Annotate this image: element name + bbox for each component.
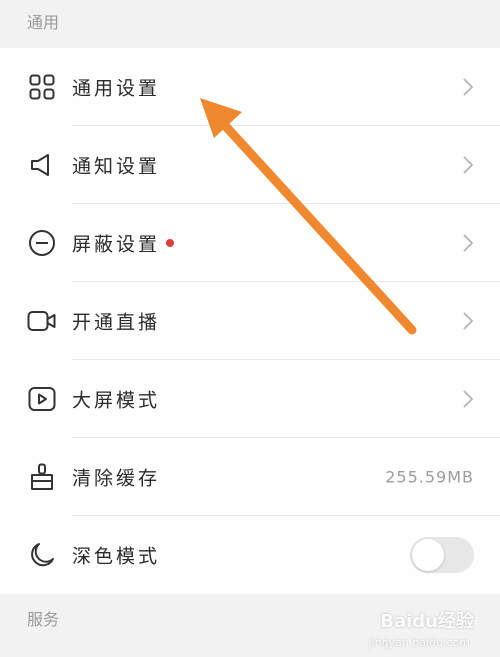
chevron-right-icon [463,234,474,252]
start-live-label: 开通直播 [72,311,161,334]
notification-settings-label: 通知设置 [72,155,161,178]
start-live-row[interactable]: 开通直播 [0,282,500,360]
brush-icon [27,462,57,492]
cache-size-value: 255.59MB [385,467,474,487]
general-settings-row[interactable]: 通用设置 [0,48,500,126]
dark-mode-label: 深色模式 [72,545,161,568]
chevron-right-icon [463,390,474,408]
big-screen-mode-label: 大屏模式 [72,389,161,412]
section-header-general: 通用 [0,0,500,48]
grid-icon [27,72,57,102]
dark-mode-row: 深色模式 [0,516,500,594]
big-screen-mode-row[interactable]: 大屏模式 [0,360,500,438]
video-camera-icon [27,306,57,336]
toggle-knob [412,539,444,571]
block-settings-label: 屏蔽设置 [72,233,161,256]
notification-settings-row[interactable]: 通知设置 [0,126,500,204]
block-settings-row[interactable]: 屏蔽设置 [0,204,500,282]
dark-mode-toggle[interactable] [410,537,474,573]
clear-cache-row[interactable]: 清除缓存 255.59MB [0,438,500,516]
new-badge-dot [166,239,174,247]
moon-icon [27,540,57,570]
clear-cache-label: 清除缓存 [72,467,161,490]
chevron-right-icon [463,312,474,330]
chevron-right-icon [463,156,474,174]
services-title: 服务 [27,610,60,629]
block-icon [27,228,57,258]
settings-list: 通用设置 通知设置 屏蔽设置 开通直播 大屏模式 清除缓存 255.59MB 深… [0,48,500,594]
baidu-watermark-url: jingyan.baidu.com [368,636,470,649]
play-screen-icon [27,384,57,414]
general-settings-label: 通用设置 [72,77,161,100]
chevron-right-icon [463,78,474,96]
baidu-watermark-logo: Baidu经验 [380,611,474,632]
speaker-icon [27,150,57,180]
